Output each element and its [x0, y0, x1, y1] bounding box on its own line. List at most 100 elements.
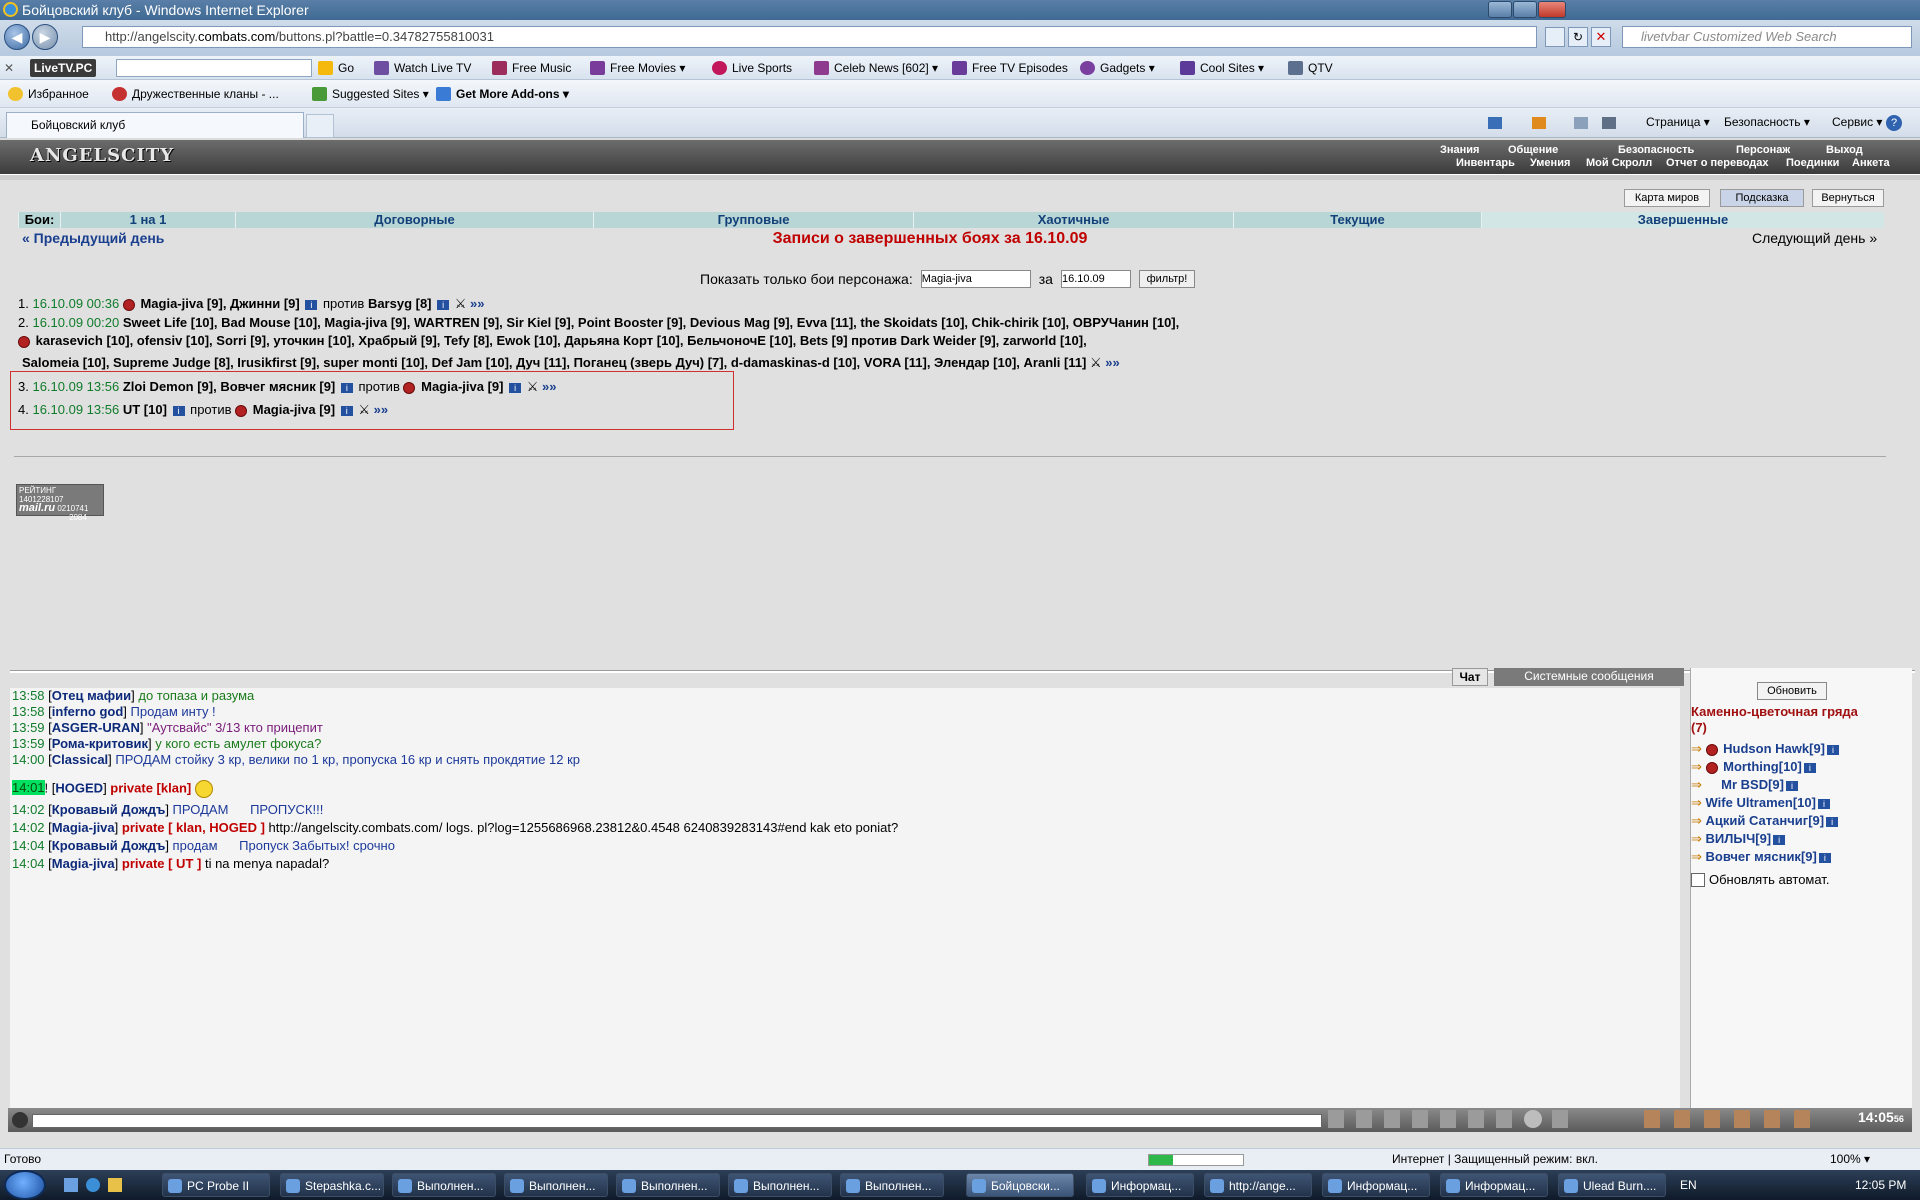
- forward-button[interactable]: ▶: [32, 24, 58, 50]
- filter-name-input[interactable]: [920, 270, 1031, 288]
- fav-suggested-sites[interactable]: Suggested Sites ▾: [312, 85, 429, 103]
- browser-tab-active[interactable]: Бойцовский клуб: [6, 112, 304, 138]
- chat-input[interactable]: [32, 1114, 1322, 1128]
- person-icon[interactable]: [1440, 1110, 1456, 1128]
- menu-exit[interactable]: Выход: [1826, 144, 1863, 156]
- fight-right-team[interactable]: Magia-jiva [9]: [421, 379, 503, 394]
- new-tab-button[interactable]: [306, 114, 334, 138]
- page-menu[interactable]: Страница ▾: [1646, 115, 1710, 129]
- task-button[interactable]: Информац...: [1440, 1173, 1548, 1197]
- quest-icon[interactable]: [1674, 1110, 1690, 1128]
- info-icon[interactable]: i: [437, 299, 450, 310]
- friends-icon[interactable]: [1734, 1110, 1750, 1128]
- tab-chaotic[interactable]: Хаотичные: [913, 212, 1233, 228]
- info-icon[interactable]: i: [1826, 816, 1839, 827]
- sound-icon[interactable]: [1496, 1110, 1512, 1128]
- fight-left-team[interactable]: Zloi Demon [9], Вовчег мясник [9]: [123, 379, 335, 394]
- return-button[interactable]: Вернуться: [1812, 189, 1884, 207]
- home-icon[interactable]: [1488, 117, 1502, 129]
- info-icon[interactable]: i: [1773, 834, 1786, 845]
- safety-menu[interactable]: Безопасность ▾: [1724, 115, 1810, 129]
- fight-log-link[interactable]: »»: [542, 379, 556, 394]
- filter-button[interactable]: фильтр!: [1138, 270, 1195, 288]
- chat-nick[interactable]: Classical: [52, 752, 108, 767]
- room-person[interactable]: ⇒ Hudson Hawk[9] i: [1691, 740, 1911, 758]
- favorites-button[interactable]: Избранное: [8, 85, 89, 103]
- filter-date-input[interactable]: [1060, 270, 1131, 288]
- toolbar-free-music[interactable]: Free Music: [492, 59, 571, 77]
- show-desktop-icon[interactable]: [64, 1178, 78, 1192]
- fav-get-addons[interactable]: Get More Add-ons ▾: [436, 85, 569, 103]
- system-clock[interactable]: 12:05 PM: [1855, 1178, 1906, 1192]
- toolbar-free-movies[interactable]: Free Movies ▾: [590, 59, 685, 77]
- chat-nick[interactable]: Отец мафии: [52, 688, 131, 703]
- chat-tab[interactable]: Чат: [1452, 668, 1488, 686]
- menu-security[interactable]: Безопасность: [1618, 144, 1694, 156]
- chat-options-icon[interactable]: [12, 1112, 28, 1128]
- room-person[interactable]: ⇒ ВИЛЫЧ[9] i: [1691, 830, 1911, 848]
- person-name[interactable]: Wife Ultramen[10]: [1706, 795, 1816, 810]
- chat-nick[interactable]: HOGED: [55, 780, 103, 795]
- info-icon[interactable]: i: [305, 299, 318, 310]
- tab-finished[interactable]: Завершенные: [1481, 212, 1884, 228]
- task-button[interactable]: http://ange...: [1204, 1173, 1312, 1197]
- menu-character[interactable]: Персонаж: [1736, 144, 1790, 156]
- refresh-icon[interactable]: ↻: [1568, 27, 1588, 47]
- fight-log-link[interactable]: »»: [1105, 355, 1119, 370]
- task-button[interactable]: Информац...: [1086, 1173, 1194, 1197]
- chat-nick[interactable]: Magia-jiva: [52, 820, 115, 835]
- clear-icon[interactable]: [1356, 1110, 1372, 1128]
- chat-nick[interactable]: Кровавый Дождъ: [52, 838, 166, 853]
- person-name[interactable]: ВИЛЫЧ[9]: [1706, 831, 1772, 846]
- person-name[interactable]: Morthing[10]: [1723, 759, 1802, 774]
- web-search-input[interactable]: livetvbar Customized Web Search: [1622, 26, 1912, 48]
- back-button[interactable]: ◀: [4, 24, 30, 50]
- fight-log-link[interactable]: »»: [374, 402, 388, 417]
- toolbar-go-button[interactable]: Go: [318, 59, 354, 77]
- refresh-room-button[interactable]: Обновить: [1757, 682, 1827, 700]
- task-button[interactable]: Ulead Burn....: [1558, 1173, 1666, 1197]
- chat-nick[interactable]: Кровавый Дождъ: [52, 802, 166, 817]
- info-icon[interactable]: i: [1817, 798, 1830, 809]
- task-button[interactable]: Информац...: [1322, 1173, 1430, 1197]
- person-name[interactable]: Hudson Hawk[9]: [1723, 741, 1825, 756]
- fight-left-team[interactable]: UT [10]: [123, 402, 167, 417]
- tab-current[interactable]: Текущие: [1233, 212, 1481, 228]
- fav-item-friendly-clans[interactable]: Дружественные кланы - ...: [112, 85, 279, 103]
- help-icon[interactable]: ?: [1886, 115, 1902, 131]
- filter-icon[interactable]: [1384, 1110, 1400, 1128]
- toolbar-search-field[interactable]: [116, 59, 312, 77]
- room-person[interactable]: ⇒ Ацкий Сатанчиг[9] i: [1691, 812, 1911, 830]
- info-icon[interactable]: i: [1803, 762, 1816, 773]
- person-name[interactable]: Mr BSD[9]: [1721, 777, 1784, 792]
- stop-icon[interactable]: ✕: [1591, 27, 1611, 47]
- room-person[interactable]: ⇒ Вовчег мясник[9] i: [1691, 848, 1911, 866]
- person-name[interactable]: Ацкий Сатанчиг[9]: [1706, 813, 1825, 828]
- menu-knowledge[interactable]: Знания: [1440, 144, 1479, 156]
- print-icon[interactable]: [1602, 117, 1616, 129]
- toolbar-celeb-news[interactable]: Celeb News [602] ▾: [814, 59, 938, 77]
- room-person[interactable]: ⇒ Wife Ultramen[10] i: [1691, 794, 1911, 812]
- toolbar-live-sports[interactable]: Live Sports: [712, 59, 792, 77]
- task-button[interactable]: Выполнен...: [840, 1173, 944, 1197]
- fight-right-team[interactable]: Magia-jiva [9]: [253, 402, 335, 417]
- toolbar-watch-live-tv[interactable]: Watch Live TV: [374, 59, 471, 77]
- person-name[interactable]: Вовчег мясник[9]: [1706, 849, 1817, 864]
- task-button-active[interactable]: Бойцовски...: [966, 1173, 1074, 1197]
- tab-group[interactable]: Групповые: [593, 212, 913, 228]
- fight-participants-line2[interactable]: karasevich [10], ofensiv [10], Sorri [9]…: [36, 333, 1087, 348]
- task-button[interactable]: Stepashka.c...: [280, 1173, 384, 1197]
- menu-skills[interactable]: Умения: [1530, 157, 1570, 169]
- flag-icon[interactable]: [1794, 1110, 1810, 1128]
- task-button[interactable]: Выполнен...: [392, 1173, 496, 1197]
- toolbar-free-tv-episodes[interactable]: Free TV Episodes: [952, 59, 1068, 77]
- tab-one-on-one[interactable]: 1 на 1: [60, 212, 235, 228]
- auto-refresh-checkbox[interactable]: [1691, 872, 1705, 887]
- task-button[interactable]: Выполнен...: [728, 1173, 832, 1197]
- menu-inventory[interactable]: Инвентарь: [1456, 157, 1515, 169]
- info-icon[interactable]: i: [172, 405, 185, 416]
- task-button[interactable]: Выполнен...: [616, 1173, 720, 1197]
- chat-nick[interactable]: inferno god: [52, 704, 124, 719]
- menu-profile[interactable]: Анкета: [1852, 157, 1890, 169]
- minimize-button[interactable]: [1488, 1, 1512, 18]
